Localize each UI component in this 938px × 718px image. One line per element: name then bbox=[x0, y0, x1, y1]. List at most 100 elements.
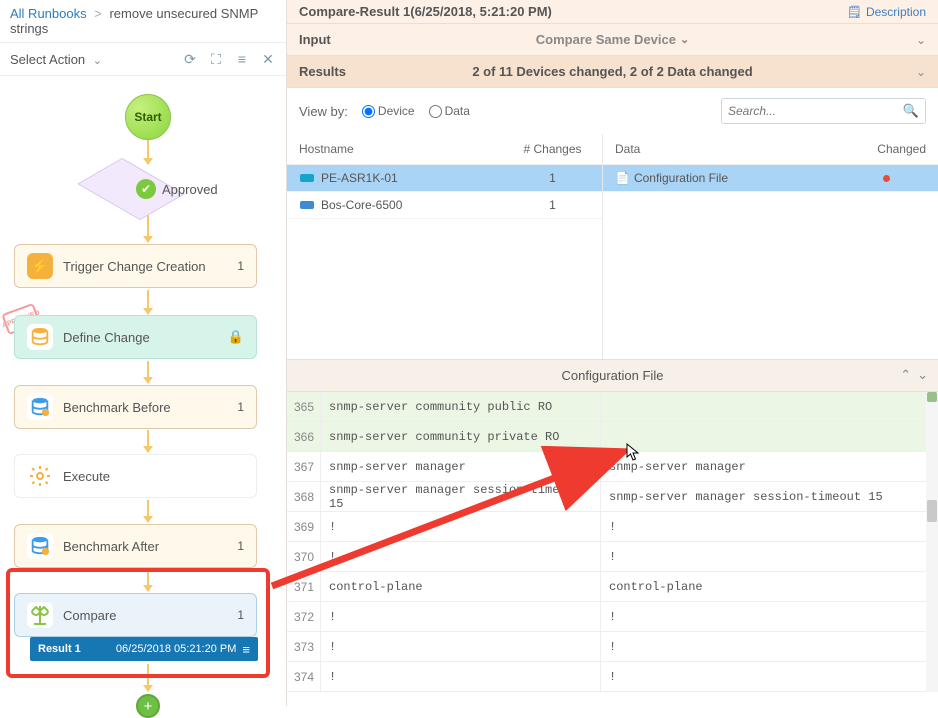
chevron-down-icon: ⌄ bbox=[680, 33, 689, 46]
viewby-data-radio[interactable]: Data bbox=[429, 104, 470, 118]
step-define-change[interactable]: Define Change 🔒 bbox=[14, 315, 257, 359]
flow-connector bbox=[147, 500, 149, 522]
diff-left-content: ! bbox=[321, 512, 601, 541]
diff-right-content: ! bbox=[601, 550, 938, 564]
diff-right-content: ! bbox=[601, 520, 938, 534]
step-label: Execute bbox=[63, 469, 244, 484]
search-input[interactable] bbox=[728, 104, 903, 118]
line-number: 371 bbox=[287, 572, 321, 601]
scrollbar-thumb[interactable] bbox=[927, 500, 937, 522]
results-tables: Hostname # Changes PE-ASR1K-011Bos-Core-… bbox=[287, 134, 938, 359]
flow-connector bbox=[147, 430, 149, 452]
viewby-label: View by: bbox=[299, 104, 348, 119]
diff-left-content: ! bbox=[321, 602, 601, 631]
line-number: 372 bbox=[287, 602, 321, 631]
approved-label: Approved bbox=[162, 182, 218, 197]
results-summary: 2 of 11 Devices changed, 2 of 2 Data cha… bbox=[472, 64, 752, 79]
device-name: Bos-Core-6500 bbox=[321, 198, 402, 212]
compare-mode-label: Compare Same Device bbox=[536, 32, 676, 47]
focus-icon[interactable]: ⛶ bbox=[208, 51, 224, 67]
diff-row: 365snmp-server community public RO bbox=[287, 392, 938, 422]
step-label: Benchmark After bbox=[63, 539, 227, 554]
step-compare[interactable]: Compare 1 bbox=[14, 593, 257, 637]
config-file-header[interactable]: Configuration File ⌃ ⌄ bbox=[287, 359, 938, 392]
step-label: Compare bbox=[63, 608, 227, 623]
flow-connector bbox=[147, 290, 149, 314]
step-label: Define Change bbox=[63, 330, 218, 345]
lightning-icon: ⚡ bbox=[27, 253, 53, 279]
radio-input[interactable] bbox=[429, 105, 442, 118]
diff-table: 365snmp-server community public RO366snm… bbox=[287, 392, 938, 692]
results-section-header[interactable]: Results 2 of 11 Devices changed, 2 of 2 … bbox=[287, 56, 938, 88]
database-icon bbox=[27, 394, 53, 420]
left-toolbar: Select Action ⌄ ⟳ ⛶ ≡ ✕ bbox=[0, 43, 286, 76]
add-step-button[interactable]: + bbox=[136, 694, 160, 718]
flow-connector bbox=[147, 139, 149, 164]
compare-header: Compare-Result 1(6/25/2018, 5:21:20 PM) … bbox=[287, 0, 938, 24]
result-name: Result 1 bbox=[38, 643, 81, 655]
menu-icon[interactable]: ≡ bbox=[242, 642, 250, 657]
radio-input[interactable] bbox=[362, 105, 375, 118]
flow-connector bbox=[147, 664, 149, 691]
gear-icon bbox=[27, 463, 53, 489]
hostname-header-row: Hostname # Changes bbox=[287, 134, 602, 165]
col-changes: # Changes bbox=[515, 142, 590, 156]
input-section-header[interactable]: Input Compare Same Device ⌄ ⌄ bbox=[287, 24, 938, 56]
diff-left-content: snmp-server community private RO bbox=[321, 422, 601, 451]
step-benchmark-after[interactable]: Benchmark After 1 bbox=[14, 524, 257, 568]
chevron-down-icon[interactable]: ⌄ bbox=[916, 65, 926, 79]
chevron-up-icon[interactable]: ⌃ bbox=[900, 367, 911, 383]
step-trigger-change[interactable]: ⚡ Trigger Change Creation 1 bbox=[14, 244, 257, 288]
step-label: Benchmark Before bbox=[63, 400, 227, 415]
config-file-label: Configuration File bbox=[562, 368, 664, 383]
scrollbar-track[interactable] bbox=[926, 392, 938, 692]
diff-left-content: ! bbox=[321, 632, 601, 661]
description-button[interactable]: 🗒 Description bbox=[847, 5, 926, 19]
chevron-right-icon: > bbox=[94, 6, 102, 21]
search-field[interactable]: 🔍 bbox=[721, 98, 926, 124]
diff-row: 366snmp-server community private RO bbox=[287, 422, 938, 452]
step-count: 1 bbox=[237, 539, 244, 553]
diff-left-content: ! bbox=[321, 542, 601, 571]
radio-label: Data bbox=[445, 104, 470, 118]
viewby-controls: View by: Device Data 🔍 bbox=[287, 88, 938, 134]
flow-connector bbox=[147, 361, 149, 383]
changed-indicator bbox=[846, 171, 926, 185]
search-icon[interactable]: 🔍 bbox=[903, 103, 919, 119]
data-label: Configuration File bbox=[634, 171, 728, 185]
breadcrumb-root[interactable]: All Runbooks bbox=[10, 6, 87, 21]
device-changes: 1 bbox=[515, 198, 590, 212]
list-icon[interactable]: ≡ bbox=[234, 51, 250, 67]
device-name: PE-ASR1K-01 bbox=[321, 171, 398, 185]
device-row[interactable]: PE-ASR1K-01 1 bbox=[287, 165, 602, 192]
step-benchmark-before[interactable]: Benchmark Before 1 bbox=[14, 385, 257, 429]
refresh-icon[interactable]: ⟳ bbox=[182, 51, 198, 67]
diff-right-content: ! bbox=[601, 670, 938, 684]
scrollbar-marker bbox=[927, 392, 937, 402]
compare-result-item[interactable]: Result 1 06/25/2018 05:21:20 PM ≡ bbox=[30, 637, 258, 661]
data-row[interactable]: 📄Configuration File bbox=[603, 165, 938, 192]
diff-row: 368snmp-server manager session-timeout 1… bbox=[287, 482, 938, 512]
viewby-device-radio[interactable]: Device bbox=[362, 104, 415, 118]
start-node[interactable]: Start bbox=[125, 94, 171, 140]
select-action-dropdown[interactable]: Select Action ⌄ bbox=[10, 52, 102, 67]
step-execute[interactable]: Execute bbox=[14, 454, 257, 498]
chevron-down-icon[interactable]: ⌄ bbox=[916, 33, 926, 47]
device-row[interactable]: Bos-Core-6500 1 bbox=[287, 192, 602, 219]
diff-row: 367snmp-server managersnmp-server manage… bbox=[287, 452, 938, 482]
chevron-down-icon: ⌄ bbox=[93, 55, 102, 67]
device-changes: 1 bbox=[515, 171, 590, 185]
chevron-down-icon[interactable]: ⌄ bbox=[917, 367, 928, 383]
database-icon bbox=[27, 533, 53, 559]
compare-mode-dropdown[interactable]: Compare Same Device ⌄ bbox=[536, 32, 689, 47]
diff-right-content: ! bbox=[601, 610, 938, 624]
step-count: 1 bbox=[237, 608, 244, 622]
approved-node[interactable]: ✔ Approved bbox=[78, 164, 218, 214]
diff-left-content: snmp-server manager session-timeout 15 bbox=[321, 482, 601, 511]
step-count: 1 bbox=[237, 259, 244, 273]
flow-canvas[interactable]: Start ✔ Approved APPROVED ⚡ Trigger Chan… bbox=[0, 76, 286, 696]
diff-left-content: control-plane bbox=[321, 572, 601, 601]
flow-connector bbox=[147, 569, 149, 591]
step-label: Trigger Change Creation bbox=[63, 259, 227, 274]
close-icon[interactable]: ✕ bbox=[260, 51, 276, 67]
